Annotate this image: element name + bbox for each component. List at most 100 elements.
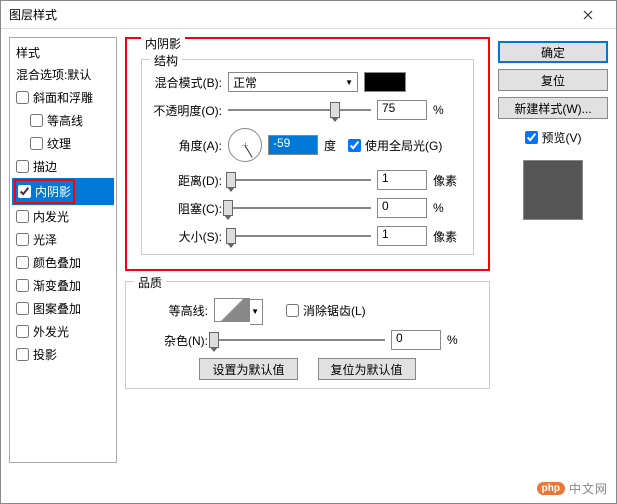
angle-input[interactable]: -59 bbox=[268, 135, 318, 155]
preview-swatch bbox=[523, 160, 583, 220]
style-item-4[interactable]: 内阴影 bbox=[12, 178, 114, 205]
watermark-badge: php bbox=[537, 482, 565, 495]
shadow-color-swatch[interactable] bbox=[364, 72, 406, 92]
style-item-5[interactable]: 内发光 bbox=[12, 205, 114, 228]
layer-style-dialog: 图层样式 样式 混合选项:默认 斜面和浮雕等高线纹理描边内阴影内发光光泽颜色叠加… bbox=[0, 0, 617, 504]
styles-title: 样式 bbox=[12, 42, 114, 63]
chevron-down-icon: ▼ bbox=[251, 307, 259, 316]
inner-shadow-title: 内阴影 bbox=[141, 35, 185, 52]
style-check-7[interactable] bbox=[16, 256, 29, 269]
highlight-box: 内阴影 结构 混合模式(B): 正常 ▼ 不透明度(O): bbox=[125, 37, 490, 271]
structure-group: 结构 混合模式(B): 正常 ▼ 不透明度(O): bbox=[141, 59, 474, 255]
opacity-input[interactable]: 75 bbox=[377, 100, 427, 120]
style-check-3[interactable] bbox=[16, 160, 29, 173]
distance-unit: 像素 bbox=[433, 172, 463, 189]
antialias-checkbox[interactable]: 消除锯齿(L) bbox=[286, 302, 366, 319]
style-label-1: 等高线 bbox=[47, 112, 83, 129]
watermark: php 中文网 bbox=[537, 480, 608, 497]
distance-slider[interactable] bbox=[228, 170, 371, 190]
opacity-unit: % bbox=[433, 103, 463, 117]
opacity-slider[interactable] bbox=[228, 100, 371, 120]
style-item-0[interactable]: 斜面和浮雕 bbox=[12, 86, 114, 109]
angle-label: 角度(A): bbox=[152, 137, 222, 154]
noise-input[interactable]: 0 bbox=[391, 330, 441, 350]
noise-slider[interactable] bbox=[214, 330, 385, 350]
blend-options-label: 混合选项:默认 bbox=[16, 66, 91, 83]
style-label-6: 光泽 bbox=[33, 231, 57, 248]
style-check-2[interactable] bbox=[30, 137, 43, 150]
angle-dial[interactable] bbox=[228, 128, 262, 162]
styles-list-panel: 样式 混合选项:默认 斜面和浮雕等高线纹理描边内阴影内发光光泽颜色叠加渐变叠加图… bbox=[9, 37, 117, 463]
noise-unit: % bbox=[447, 333, 477, 347]
global-light-checkbox[interactable]: 使用全局光(G) bbox=[348, 137, 442, 154]
style-item-11[interactable]: 投影 bbox=[12, 343, 114, 366]
preview-check[interactable] bbox=[525, 131, 538, 144]
style-item-6[interactable]: 光泽 bbox=[12, 228, 114, 251]
new-style-button[interactable]: 新建样式(W)... bbox=[498, 97, 608, 119]
style-item-8[interactable]: 渐变叠加 bbox=[12, 274, 114, 297]
global-light-check[interactable] bbox=[348, 139, 361, 152]
style-label-3: 描边 bbox=[33, 158, 57, 175]
style-check-4[interactable] bbox=[18, 185, 31, 198]
blend-mode-value: 正常 bbox=[233, 74, 257, 91]
style-label-5: 内发光 bbox=[33, 208, 69, 225]
choke-slider[interactable] bbox=[228, 198, 371, 218]
close-icon bbox=[583, 10, 593, 20]
noise-label: 杂色(N): bbox=[138, 332, 208, 349]
style-item-10[interactable]: 外发光 bbox=[12, 320, 114, 343]
global-light-label: 使用全局光(G) bbox=[365, 137, 442, 154]
antialias-check[interactable] bbox=[286, 304, 299, 317]
style-label-9: 图案叠加 bbox=[33, 300, 81, 317]
distance-label: 距离(D): bbox=[152, 172, 222, 189]
style-check-10[interactable] bbox=[16, 325, 29, 338]
style-label-2: 纹理 bbox=[47, 135, 71, 152]
style-item-1[interactable]: 等高线 bbox=[12, 109, 114, 132]
style-check-6[interactable] bbox=[16, 233, 29, 246]
set-default-button[interactable]: 设置为默认值 bbox=[199, 358, 297, 380]
style-check-5[interactable] bbox=[16, 210, 29, 223]
close-button[interactable] bbox=[568, 1, 608, 29]
size-slider[interactable] bbox=[228, 226, 371, 246]
choke-label: 阻塞(C): bbox=[152, 200, 222, 217]
opacity-label: 不透明度(O): bbox=[152, 102, 222, 119]
style-item-3[interactable]: 描边 bbox=[12, 155, 114, 178]
titlebar: 图层样式 bbox=[1, 1, 616, 29]
style-check-1[interactable] bbox=[30, 114, 43, 127]
style-check-0[interactable] bbox=[16, 91, 29, 104]
size-unit: 像素 bbox=[433, 228, 463, 245]
reset-button[interactable]: 复位 bbox=[498, 69, 608, 91]
style-check-9[interactable] bbox=[16, 302, 29, 315]
contour-picker[interactable]: ▼ bbox=[214, 298, 250, 322]
window-title: 图层样式 bbox=[9, 6, 568, 23]
choke-input[interactable]: 0 bbox=[377, 198, 427, 218]
blend-options-item[interactable]: 混合选项:默认 bbox=[12, 63, 114, 86]
reset-default-button[interactable]: 复位为默认值 bbox=[318, 358, 416, 380]
style-item-7[interactable]: 颜色叠加 bbox=[12, 251, 114, 274]
style-check-8[interactable] bbox=[16, 279, 29, 292]
antialias-label: 消除锯齿(L) bbox=[303, 302, 366, 319]
choke-unit: % bbox=[433, 201, 463, 215]
dialog-buttons-panel: 确定 复位 新建样式(W)... 预览(V) bbox=[498, 37, 608, 463]
preview-checkbox[interactable]: 预览(V) bbox=[498, 129, 608, 146]
blend-mode-combo[interactable]: 正常 ▼ bbox=[228, 72, 358, 92]
settings-panel: 内阴影 结构 混合模式(B): 正常 ▼ 不透明度(O): bbox=[125, 37, 490, 463]
chevron-down-icon: ▼ bbox=[345, 78, 353, 87]
size-label: 大小(S): bbox=[152, 228, 222, 245]
style-label-4: 内阴影 bbox=[35, 183, 71, 200]
style-label-11: 投影 bbox=[33, 346, 57, 363]
style-item-2[interactable]: 纹理 bbox=[12, 132, 114, 155]
ok-button[interactable]: 确定 bbox=[498, 41, 608, 63]
style-label-0: 斜面和浮雕 bbox=[33, 89, 93, 106]
quality-title: 品质 bbox=[134, 274, 166, 291]
contour-label: 等高线: bbox=[138, 302, 208, 319]
size-input[interactable]: 1 bbox=[377, 226, 427, 246]
style-item-9[interactable]: 图案叠加 bbox=[12, 297, 114, 320]
quality-group: 品质 等高线: ▼ 消除锯齿(L) 杂色(N): bbox=[125, 281, 490, 389]
angle-unit: 度 bbox=[324, 137, 336, 154]
style-check-11[interactable] bbox=[16, 348, 29, 361]
structure-title: 结构 bbox=[150, 52, 182, 69]
distance-input[interactable]: 1 bbox=[377, 170, 427, 190]
style-label-7: 颜色叠加 bbox=[33, 254, 81, 271]
style-label-8: 渐变叠加 bbox=[33, 277, 81, 294]
blend-mode-label: 混合模式(B): bbox=[152, 74, 222, 91]
